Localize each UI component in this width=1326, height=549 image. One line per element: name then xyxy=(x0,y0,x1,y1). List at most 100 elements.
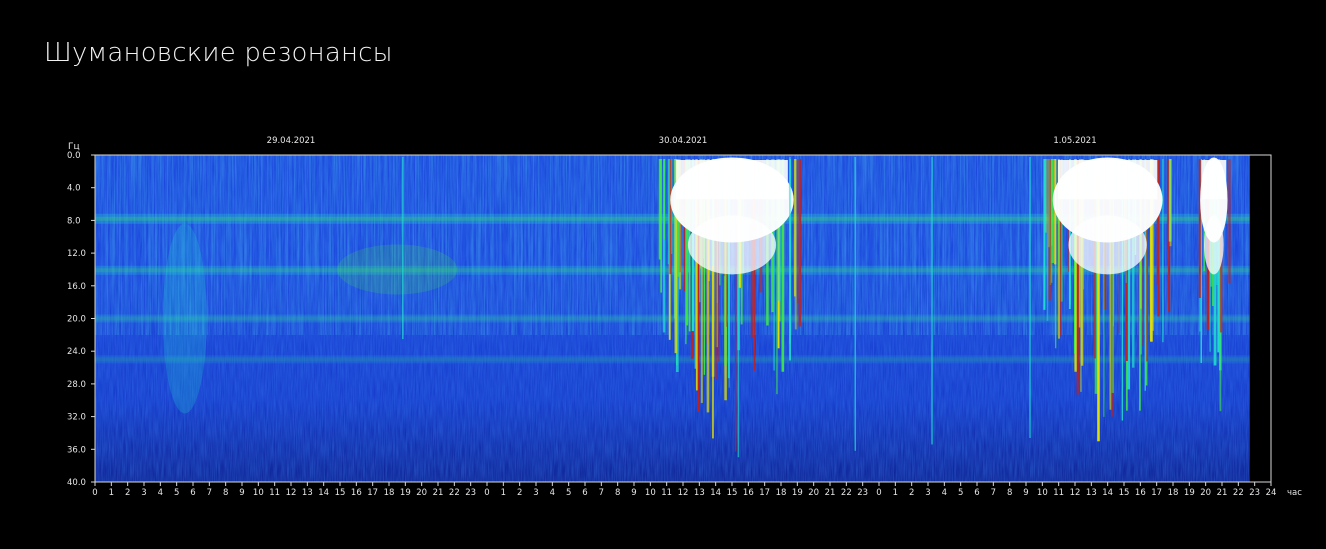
x-tick-label: 19 xyxy=(792,488,803,498)
y-tick-label: 36.0 xyxy=(67,445,86,455)
x-tick-label: 6 xyxy=(190,488,195,498)
x-tick-label: 15 xyxy=(335,488,346,498)
x-tick-label: 12 xyxy=(286,488,297,498)
spike-line xyxy=(854,157,856,451)
y-tick-label: 4.0 xyxy=(67,184,81,194)
burst-streak xyxy=(1162,159,1164,343)
x-tick-label: 9 xyxy=(631,488,636,498)
x-tick-label: 6 xyxy=(974,488,979,498)
x-tick-label: 1 xyxy=(109,488,114,498)
y-axis: Гц0.04.08.012.016.020.024.028.032.036.04… xyxy=(67,142,95,488)
date-label: 29.04.2021 xyxy=(267,136,316,146)
x-tick-label: 19 xyxy=(400,488,411,498)
y-tick-label: 32.0 xyxy=(67,413,86,423)
x-tick-label: 14 xyxy=(710,488,721,498)
burst-core-top xyxy=(676,160,788,200)
x-tick-label: 8 xyxy=(1007,488,1012,498)
x-tick-label: 0 xyxy=(92,488,97,498)
x-tick-label: 12 xyxy=(1070,488,1081,498)
x-tick-label: 8 xyxy=(615,488,620,498)
x-tick-label: 2 xyxy=(517,488,522,498)
burst-streak xyxy=(1051,159,1053,246)
y-tick-label: 16.0 xyxy=(67,282,86,292)
x-tick-label: 20 xyxy=(416,488,427,498)
x-tick-label: 11 xyxy=(1053,488,1064,498)
y-tick-label: 40.0 xyxy=(67,478,86,488)
spike-line xyxy=(931,157,933,445)
x-tick-label: 12 xyxy=(678,488,689,498)
x-tick-label: 9 xyxy=(239,488,244,498)
x-tick-label: 1 xyxy=(501,488,506,498)
x-tick-label: 13 xyxy=(302,488,313,498)
x-tick-label: 0 xyxy=(484,488,489,498)
burst-streak xyxy=(663,159,666,240)
x-tick-label: 6 xyxy=(582,488,587,498)
x-tick-label: 5 xyxy=(566,488,571,498)
spike-line xyxy=(789,157,791,344)
burst-streak xyxy=(1198,159,1201,299)
burst-streak xyxy=(798,159,802,327)
burst-streak xyxy=(669,159,672,275)
x-tick-label: 4 xyxy=(550,488,555,498)
x-tick-label: 2 xyxy=(909,488,914,498)
x-tick-label: 22 xyxy=(1233,488,1244,498)
spike-line xyxy=(1029,157,1031,439)
x-tick-label: 17 xyxy=(759,488,770,498)
x-tick-label: 16 xyxy=(351,488,362,498)
x-tick-label: 2 xyxy=(125,488,130,498)
x-tick-label: 17 xyxy=(367,488,378,498)
x-tick-label: 3 xyxy=(925,488,930,498)
x-tick-label: 13 xyxy=(694,488,705,498)
x-tick-label: 5 xyxy=(174,488,179,498)
burst-streak xyxy=(667,159,670,265)
x-tick-label: 15 xyxy=(1119,488,1130,498)
burst-streak xyxy=(1046,159,1049,321)
x-tick-label: 23 xyxy=(857,488,868,498)
y-tick-label: 24.0 xyxy=(67,347,86,357)
x-tick-label: 9 xyxy=(1023,488,1028,498)
x-tick-label: 14 xyxy=(318,488,329,498)
burst-core-top xyxy=(1201,160,1227,200)
x-tick-label: 5 xyxy=(958,488,963,498)
burst-streak xyxy=(1043,159,1046,310)
no-data-area xyxy=(1249,155,1271,482)
x-tick-label: 21 xyxy=(825,488,836,498)
x-axis: 0 1 2 3 4 5 6 7 8 9 10 11 12 13 14 15 16 17 18 19 20 21 22 23 0 1… xyxy=(92,482,1302,498)
burst-core-lower xyxy=(1204,215,1224,275)
date-labels: 29.04.2021 30.04.2021 1.05.2021 xyxy=(267,136,1097,146)
date-label: 30.04.2021 xyxy=(659,136,708,146)
x-tick-label: 3 xyxy=(533,488,538,498)
y-tick-label: 12.0 xyxy=(67,249,86,259)
y-tick-label: 20.0 xyxy=(67,315,86,325)
x-tick-label: 18 xyxy=(1168,488,1179,498)
x-tick-label: 13 xyxy=(1086,488,1097,498)
x-tick-label: 11 xyxy=(661,488,672,498)
x-tick-label: 19 xyxy=(1184,488,1195,498)
date-label: 1.05.2021 xyxy=(1053,136,1096,146)
x-tick-label: 17 xyxy=(1151,488,1162,498)
x-tick-label: 24 xyxy=(1266,488,1277,498)
y-tick-label: 28.0 xyxy=(67,380,86,390)
x-tick-label: 4 xyxy=(158,488,163,498)
x-tick-label: 20 xyxy=(808,488,819,498)
x-tick-label: 7 xyxy=(207,488,212,498)
x-tick-label: 20 xyxy=(1200,488,1211,498)
x-tick-label: 3 xyxy=(141,488,146,498)
schumann-spectrogram: Гц0.04.08.012.016.020.024.028.032.036.04… xyxy=(67,136,1302,498)
x-tick-label: 10 xyxy=(253,488,264,498)
x-tick-label: 11 xyxy=(269,488,280,498)
x-tick-label: 16 xyxy=(743,488,754,498)
spike-line xyxy=(402,157,404,340)
x-tick-label: 18 xyxy=(384,488,395,498)
x-tick-label: 15 xyxy=(727,488,738,498)
burst-streak xyxy=(1228,159,1231,284)
x-tick-label: 23 xyxy=(1249,488,1260,498)
y-tick-label: 0.0 xyxy=(67,151,81,161)
x-tick-label: 21 xyxy=(1217,488,1228,498)
plot-area xyxy=(94,154,1272,483)
y-tick-label: 8.0 xyxy=(67,216,81,226)
burst-streak xyxy=(660,159,662,293)
x-axis-label: час xyxy=(1287,488,1302,498)
x-tick-label: 22 xyxy=(841,488,852,498)
burst-streak xyxy=(1048,159,1050,248)
